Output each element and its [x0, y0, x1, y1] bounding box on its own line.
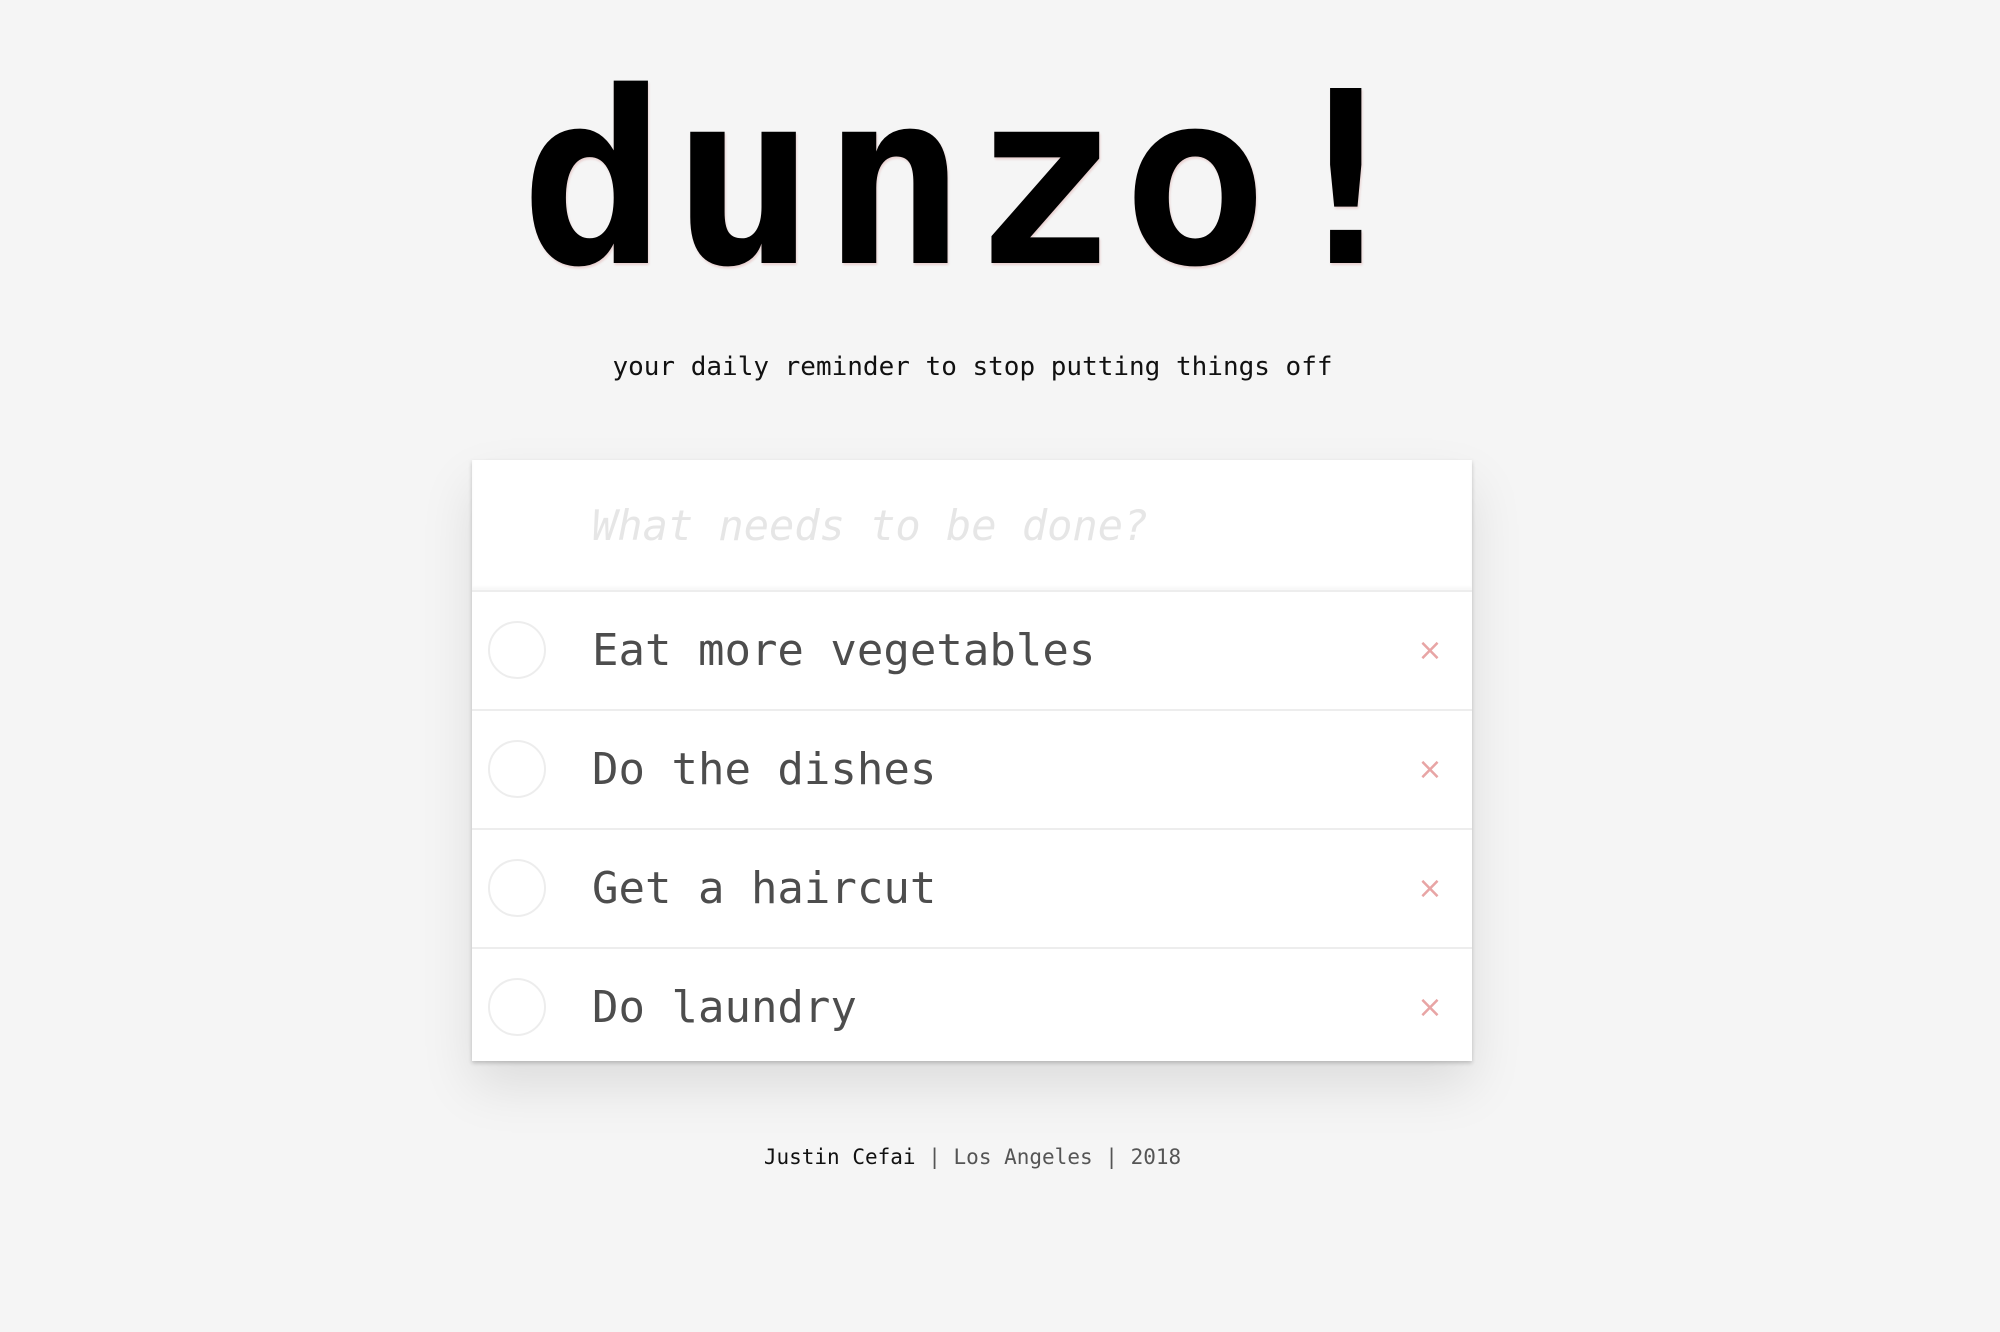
- complete-toggle[interactable]: [488, 859, 546, 917]
- complete-toggle[interactable]: [488, 740, 546, 798]
- todo-item: Do laundry ×: [472, 949, 1472, 1066]
- delete-icon[interactable]: ×: [1400, 711, 1460, 828]
- footer-author: Justin Cefai: [763, 1145, 916, 1169]
- delete-icon[interactable]: ×: [1400, 592, 1460, 709]
- app-title: dunzo!: [521, 40, 1424, 320]
- todo-label[interactable]: Do laundry: [592, 949, 857, 1066]
- todo-label[interactable]: Do the dishes: [592, 711, 936, 828]
- todo-label[interactable]: Eat more vegetables: [592, 592, 1095, 709]
- complete-toggle[interactable]: [488, 621, 546, 679]
- delete-icon[interactable]: ×: [1400, 830, 1460, 947]
- footer-year: 2018: [1130, 1145, 1182, 1169]
- todo-list: Eat more vegetables × Do the dishes × Ge…: [472, 590, 1472, 1066]
- todo-item: Get a haircut ×: [472, 830, 1472, 949]
- todo-card: Eat more vegetables × Do the dishes × Ge…: [472, 460, 1472, 1061]
- todo-label[interactable]: Get a haircut: [592, 830, 936, 947]
- todo-item: Do the dishes ×: [472, 711, 1472, 830]
- complete-toggle[interactable]: [488, 978, 546, 1036]
- footer: Justin Cefai | Los Angeles | 2018: [0, 1145, 1945, 1169]
- footer-location: Los Angeles: [953, 1145, 1093, 1169]
- page: dunzo! your daily reminder to stop putti…: [0, 0, 2000, 1332]
- tagline: your daily reminder to stop putting thin…: [612, 352, 1333, 382]
- todo-item: Eat more vegetables ×: [472, 592, 1472, 711]
- footer-separator: |: [1105, 1145, 1118, 1169]
- new-todo-input[interactable]: [472, 460, 1472, 590]
- delete-icon[interactable]: ×: [1400, 949, 1460, 1066]
- footer-separator: |: [928, 1145, 941, 1169]
